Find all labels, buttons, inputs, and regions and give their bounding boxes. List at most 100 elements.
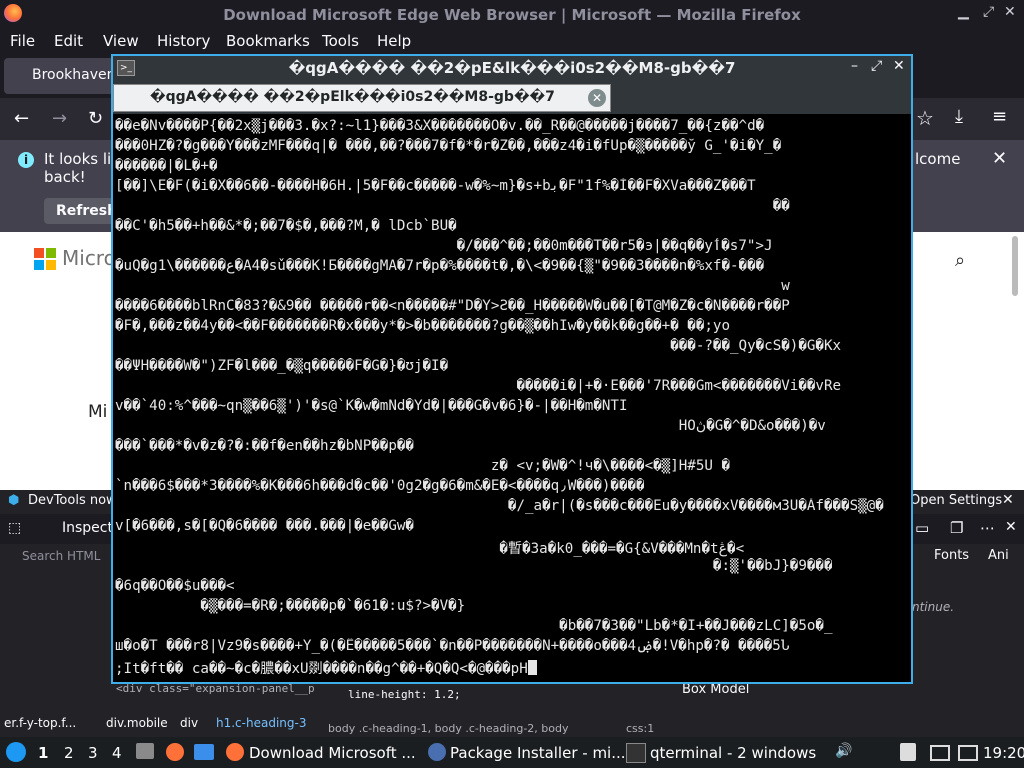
terminal-line: ���-?��_Qy�cS�)�G�Kx — [115, 338, 842, 354]
terminal-line: �/���^��;��0m���T��r5�э|��q��yٲ�s7">J — [115, 238, 773, 254]
start-menu-icon[interactable] — [6, 742, 26, 762]
terminal-line: ;It�ft�� ca��~�c�膿��xU剟����n��g^��+�Q�Q<… — [115, 658, 905, 678]
hamburger-menu-icon[interactable]: ≡ — [992, 106, 1007, 127]
task-firefox[interactable]: Download Microsoft ... — [249, 744, 416, 762]
terminal-line: ���0HZ�?�g���Y���zMF���q|� ���,��?���7�f… — [115, 138, 782, 154]
terminal-minimize-icon[interactable]: – — [851, 58, 858, 74]
terminal-line: �� — [115, 198, 790, 214]
firefox-window-title: Download Microsoft Edge Web Browser | Mi… — [223, 6, 801, 24]
clock[interactable]: 19:20 — [983, 744, 1024, 762]
terminal-line: �uQ�g1\������ع�A4�sǔ���K!Б����gMA�7r�p�%… — [115, 258, 765, 274]
terminal-line: v��`40:%^���~qn▒��6▒')'�s@`K�w�mNd�Yd�|�… — [115, 398, 628, 414]
qterminal-task-icon — [626, 743, 646, 763]
dock-icon[interactable]: ❐ — [950, 519, 963, 537]
firefox-launcher-icon[interactable] — [166, 743, 184, 761]
terminal-maximize-icon[interactable]: ⤢ — [871, 58, 882, 74]
volume-icon[interactable]: 🔊 — [835, 743, 852, 759]
terminal-cursor — [527, 660, 537, 675]
firefox-titlebar: Download Microsoft Edge Web Browser | Mi… — [0, 0, 1024, 30]
reload-icon[interactable]: ↻ — [88, 108, 103, 129]
workspace-2[interactable]: 2 — [64, 744, 74, 762]
qterminal-window-title: �qgA���� ��2�pE&lk���i0s2��M8-gb��7 — [288, 59, 736, 77]
css-selector-breadcrumb: body .c-heading-1, body .c-heading-2, bo… — [328, 722, 569, 735]
continue-hint: ntinue. — [912, 600, 955, 614]
tab-close-icon[interactable]: ✕ — [588, 89, 606, 107]
terminal-launcher-icon[interactable] — [194, 744, 214, 760]
terminal-line: ���`���*�v�z�?�:��f�en��hz�bNP��p�� — [115, 438, 414, 454]
terminal-line: z� <v;�W�^!ч�\����<�▒]H#5U � — [115, 458, 730, 474]
qterminal-tab-label: �qgA���� ��2�pElk���i0s2��M8-gb��7 — [150, 89, 555, 105]
firefox-menubar: File Edit View History Bookmarks Tools H… — [0, 30, 1024, 52]
firefox-task-icon — [226, 743, 244, 761]
notification-welcome-text: lcome — [915, 150, 961, 168]
terminal-line: ��e�Nv����P{��2x▒j���3.�x?:~l1}���3&X���… — [115, 118, 765, 134]
terminal-line: ��ΨH����W�")ZF�l���_�▒q�����F�G�}�ʊj�I� — [115, 358, 449, 374]
animations-tab[interactable]: Ani — [988, 548, 1009, 563]
terminal-line: �F�,���z��4y��<��F�������R�x���y*�>�b���… — [115, 318, 730, 334]
workspace-1[interactable]: 1 — [38, 744, 48, 762]
taskbar: 1 2 3 4 Download Microsoft ... Package I… — [0, 737, 1024, 768]
menu-file[interactable]: File — [10, 32, 35, 50]
terminal-line: w — [115, 278, 790, 294]
firefox-tab-label: Brookhaven — [32, 67, 116, 83]
css-source-link[interactable]: css:1 — [626, 722, 654, 735]
devtools-menu-icon[interactable]: ⋯ — [980, 519, 995, 537]
element-picker-icon[interactable]: ⬚ — [8, 520, 21, 536]
html-breadcrumb-4[interactable]: h1.c-heading-3 — [216, 716, 306, 730]
responsive-icon[interactable]: ▭ — [915, 519, 929, 537]
terminal-line: �6q��O��$u���< — [115, 578, 235, 594]
package-installer-icon — [428, 743, 446, 761]
notification-text-2: back! — [44, 168, 86, 186]
menu-bookmarks[interactable]: Bookmarks — [226, 32, 310, 50]
open-settings-link[interactable]: Open Settings — [910, 493, 1002, 508]
microsoft-logo-icon — [34, 248, 56, 270]
task-qterminal[interactable]: qterminal - 2 windows — [650, 744, 816, 762]
menu-edit[interactable]: Edit — [54, 32, 83, 50]
terminal-line: �b��7�3��"Lb�*�I+��J���zLC]�5o�_ — [115, 618, 833, 634]
back-icon[interactable]: ← — [14, 108, 29, 129]
menu-tools[interactable]: Tools — [322, 32, 359, 50]
clipboard-icon[interactable] — [900, 743, 916, 761]
page-body-text: Mi — [88, 402, 108, 422]
css-line-height: line-height: 1.2; — [348, 688, 461, 701]
info-icon: i — [18, 152, 34, 168]
devtools-banner-close-icon[interactable]: ✕ — [1002, 492, 1014, 508]
workspace-3[interactable]: 3 — [88, 744, 98, 762]
menu-view[interactable]: View — [103, 32, 139, 50]
terminal-line: ����6����blRnC�83?�&9�� �����r��<n�����#… — [115, 298, 790, 314]
terminal-output[interactable]: ��e�Nv����P{��2x▒j���3.�x?:~l1}���3&X���… — [115, 116, 909, 680]
devtools-close-icon[interactable]: ✕ — [1005, 519, 1017, 535]
menu-help[interactable]: Help — [377, 32, 411, 50]
minimize-icon[interactable]: ▁ — [958, 4, 969, 20]
close-icon[interactable]: ✕ — [1004, 4, 1016, 20]
terminal-line: ������|�L�+� — [115, 158, 218, 174]
terminal-close-icon[interactable]: ✕ — [893, 58, 905, 74]
box-model-header[interactable]: Box Model — [682, 682, 749, 697]
display-icon[interactable] — [930, 745, 950, 761]
fonts-tab[interactable]: Fonts — [934, 548, 969, 563]
workspace-4[interactable]: 4 — [112, 744, 122, 762]
task-package-installer[interactable]: Package Installer - mi... — [450, 744, 626, 762]
html-search-input[interactable]: Search HTML — [22, 549, 100, 563]
qterminal-titlebar[interactable]: >_ �qgA���� ��2�pE&lk���i0s2��M8-gb��7 –… — [113, 56, 911, 80]
terminal-line: ш�o�T ���r8|Vz9�s����+Y_�(�Ë�����5���`�n… — [115, 638, 790, 654]
terminal-line: ��C'�h5��+h��&*�;��7�$�,���?M,� lDcb`BU� — [115, 218, 457, 234]
menu-history[interactable]: History — [157, 32, 210, 50]
terminal-line: �/_a�r|(�s���c���Eu�y����xV����м3U�Ăf���… — [115, 498, 884, 514]
terminal-line: �暫�3a�k0_���=�G{&V���Mn�tڠ�< — [115, 541, 745, 557]
notification-text-1: It looks lik — [44, 150, 120, 168]
terminal-line: �:▒'��bJ}�9��� — [115, 558, 833, 574]
network-icon[interactable] — [958, 745, 978, 761]
html-breadcrumb-2[interactable]: div.mobile — [106, 716, 168, 730]
notification-close-icon[interactable]: ✕ — [992, 148, 1007, 169]
page-scrollbar[interactable] — [1012, 236, 1018, 296]
html-breadcrumb-3[interactable]: div — [180, 716, 198, 730]
qterminal-tab[interactable]: �qgA���� ��2�pElk���i0s2��M8-gb��7 — [113, 84, 611, 112]
maximize-icon[interactable]: ⤢ — [983, 4, 994, 20]
page-search-icon[interactable]: ⌕ — [955, 250, 965, 271]
bookmark-star-icon[interactable]: ☆ — [916, 106, 934, 130]
html-breadcrumb-1[interactable]: er.f-y-top.f... — [4, 716, 76, 730]
forward-icon[interactable]: → — [52, 108, 67, 129]
downloads-icon[interactable]: ⤓ — [955, 106, 963, 127]
file-manager-icon[interactable] — [136, 743, 154, 759]
